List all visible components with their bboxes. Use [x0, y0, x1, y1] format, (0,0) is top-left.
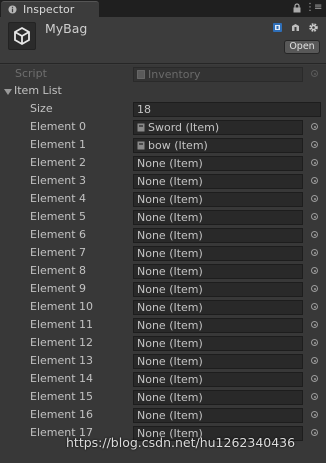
object-picker-icon[interactable] — [311, 267, 318, 274]
element-object-field[interactable]: None (Item) — [133, 390, 303, 405]
element-label: Element 1 — [30, 138, 87, 151]
element-label: Element 10 — [30, 300, 94, 313]
object-picker-icon[interactable] — [311, 231, 318, 238]
element-value: None (Item) — [137, 337, 203, 350]
element-value: bow (Item) — [148, 139, 208, 152]
element-label: Element 12 — [30, 336, 94, 349]
element-object-field[interactable]: None (Item) — [133, 264, 303, 279]
gear-icon[interactable] — [308, 22, 319, 33]
scriptable-object-icon — [137, 123, 145, 132]
element-object-field[interactable]: Sword (Item) — [133, 120, 303, 135]
script-field: Inventory — [133, 67, 303, 82]
tab-inspector-label: Inspector — [23, 3, 75, 16]
tab-inspector[interactable]: Inspector — [1, 1, 99, 17]
object-picker-icon[interactable] — [311, 141, 318, 148]
inspector-titlebar: Inspector ⋮≡ — [0, 0, 326, 17]
preset-icon[interactable] — [290, 22, 301, 33]
element-object-field[interactable]: None (Item) — [133, 408, 303, 423]
element-label: Element 2 — [30, 156, 87, 169]
element-value: None (Item) — [137, 301, 203, 314]
element-label: Element 16 — [30, 408, 94, 421]
object-picker-icon[interactable] — [311, 375, 318, 382]
script-asset-icon — [137, 70, 145, 79]
object-picker-icon[interactable] — [311, 213, 318, 220]
element-object-field[interactable]: None (Item) — [133, 282, 303, 297]
object-picker-icon[interactable] — [311, 177, 318, 184]
element-object-field[interactable]: None (Item) — [133, 210, 303, 225]
object-picker-icon[interactable] — [311, 321, 318, 328]
element-value: None (Item) — [137, 391, 203, 404]
element-object-field[interactable]: None (Item) — [133, 246, 303, 261]
element-object-field[interactable]: None (Item) — [133, 156, 303, 171]
script-label: Script — [15, 67, 47, 80]
element-label: Element 15 — [30, 390, 94, 403]
object-picker-icon[interactable] — [311, 411, 318, 418]
object-picker-icon[interactable] — [311, 393, 318, 400]
script-value: Inventory — [148, 68, 201, 81]
element-value: None (Item) — [137, 283, 203, 296]
help-book-icon[interactable] — [272, 22, 283, 33]
open-button[interactable]: Open — [284, 40, 320, 54]
element-value: None (Item) — [137, 409, 203, 422]
lock-icon[interactable] — [293, 3, 301, 13]
element-label: Element 9 — [30, 282, 87, 295]
element-label: Element 3 — [30, 174, 87, 187]
object-picker-icon[interactable] — [311, 285, 318, 292]
element-value: None (Item) — [137, 229, 203, 242]
watermark: https://blog.csdn.net/hu1262340436 — [66, 435, 296, 450]
element-label: Element 11 — [30, 318, 94, 331]
element-value: None (Item) — [137, 355, 203, 368]
object-picker-icon — [311, 70, 318, 77]
unity-logo-glyph — [14, 26, 30, 46]
element-object-field[interactable]: None (Item) — [133, 174, 303, 189]
element-label: Element 5 — [30, 210, 87, 223]
element-object-field[interactable]: bow (Item) — [133, 138, 303, 153]
object-picker-icon[interactable] — [311, 195, 318, 202]
object-picker-icon[interactable] — [311, 249, 318, 256]
element-label: Element 4 — [30, 192, 87, 205]
element-value: None (Item) — [137, 157, 203, 170]
object-picker-icon[interactable] — [311, 429, 318, 436]
element-value: Sword (Item) — [148, 121, 220, 134]
element-object-field[interactable]: None (Item) — [133, 192, 303, 207]
element-value: None (Item) — [137, 373, 203, 386]
info-icon — [8, 5, 17, 14]
object-picker-icon[interactable] — [311, 159, 318, 166]
element-label: Element 0 — [30, 120, 87, 133]
foldout-arrow-icon[interactable] — [4, 89, 12, 95]
element-object-field[interactable]: None (Item) — [133, 300, 303, 315]
element-value: None (Item) — [137, 175, 203, 188]
element-value: None (Item) — [137, 265, 203, 278]
element-object-field[interactable]: None (Item) — [133, 336, 303, 351]
element-value: None (Item) — [137, 319, 203, 332]
element-label: Element 14 — [30, 372, 94, 385]
element-object-field[interactable]: None (Item) — [133, 372, 303, 387]
object-picker-icon[interactable] — [311, 123, 318, 130]
element-object-field[interactable]: None (Item) — [133, 228, 303, 243]
element-value: None (Item) — [137, 247, 203, 260]
element-object-field[interactable]: None (Item) — [133, 354, 303, 369]
object-picker-icon[interactable] — [311, 357, 318, 364]
element-object-field[interactable]: None (Item) — [133, 318, 303, 333]
element-label: Element 6 — [30, 228, 87, 241]
element-label: Element 13 — [30, 354, 94, 367]
unity-logo-icon — [8, 22, 36, 50]
object-name: MyBag — [45, 21, 88, 36]
object-picker-icon[interactable] — [311, 303, 318, 310]
element-value: None (Item) — [137, 211, 203, 224]
header-divider — [0, 63, 326, 64]
element-label: Element 8 — [30, 264, 87, 277]
element-value: None (Item) — [137, 193, 203, 206]
size-field[interactable]: 18 — [133, 102, 321, 117]
element-label: Element 7 — [30, 246, 87, 259]
context-menu-icon[interactable]: ⋮≡ — [305, 2, 322, 13]
size-label: Size — [30, 102, 53, 115]
item-list-label[interactable]: Item List — [14, 84, 62, 97]
object-picker-icon[interactable] — [311, 339, 318, 346]
scriptable-object-icon — [137, 141, 145, 150]
